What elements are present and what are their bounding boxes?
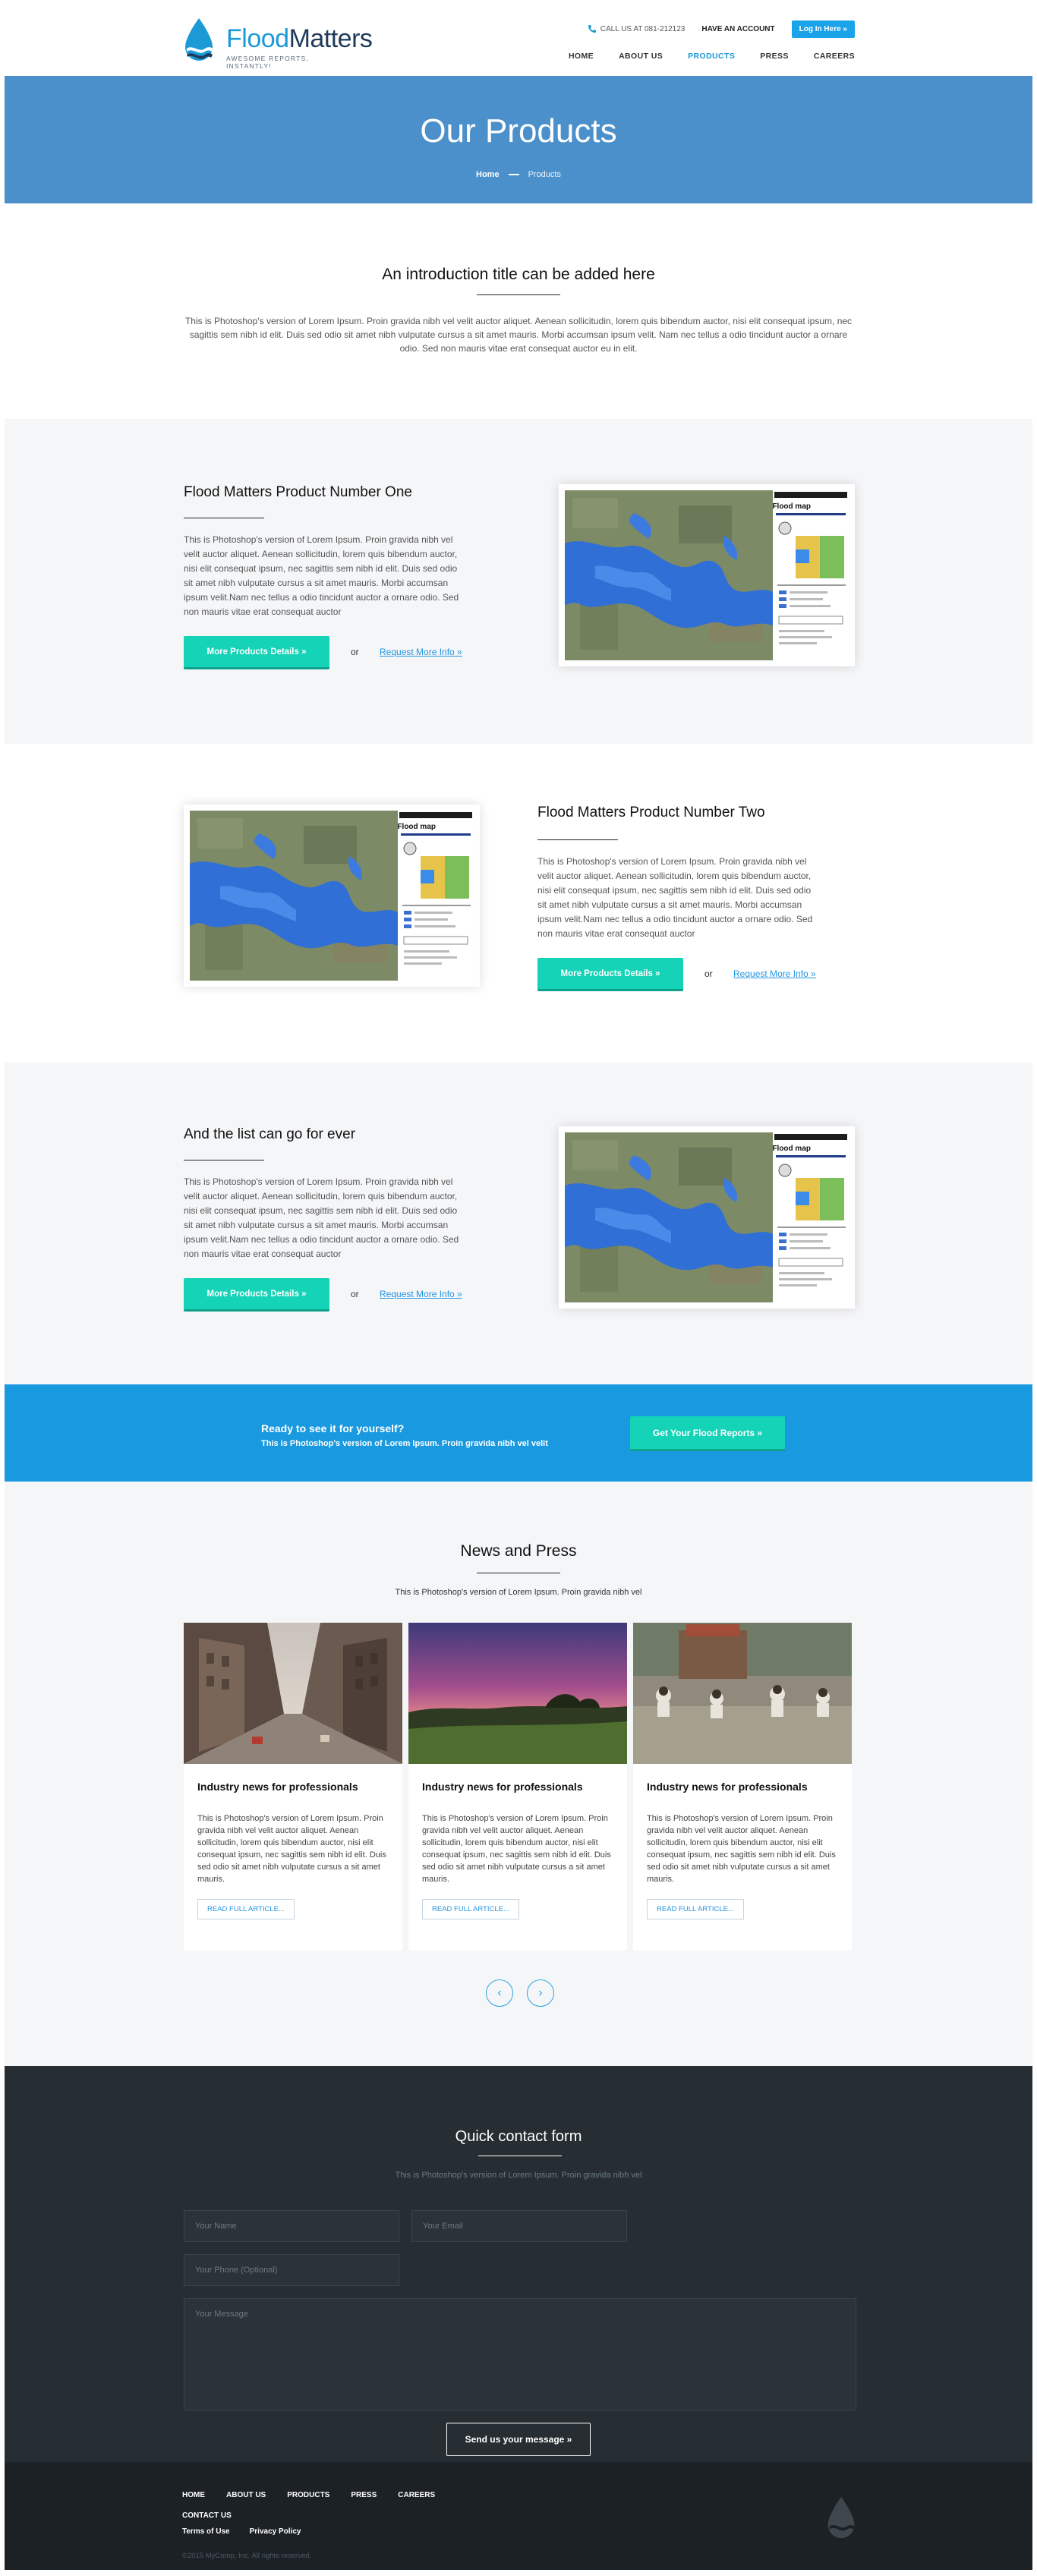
nav-about-us[interactable]: ABOUT US — [619, 52, 663, 61]
news-card-title: Industry news for professionals — [647, 1781, 808, 1793]
page-title: Our Products — [420, 112, 617, 150]
svg-text:Flood map: Flood map — [397, 823, 436, 831]
get-flood-reports-button[interactable]: Get Your Flood Reports » — [630, 1416, 785, 1451]
breadcrumb-current: Products — [528, 170, 561, 179]
product-section-2: Flood map Flood Matters Product Number T… — [5, 744, 1032, 1063]
main-nav: HOME ABOUT US PRODUCTS PRESS CAREERS — [569, 52, 855, 61]
news-card-title: Industry news for professionals — [422, 1781, 583, 1793]
email-field[interactable]: Your Email — [411, 2210, 627, 2242]
breadcrumb: Home Products — [5, 170, 1032, 179]
footer-link-careers[interactable]: CAREERS — [398, 2491, 435, 2499]
news-card: Industry news for professionals This is … — [184, 1623, 402, 1951]
terms-of-use-link[interactable]: Terms of Use — [182, 2527, 230, 2536]
copyright: ©2015 MyComp, Inc. All rights reserved. — [182, 2552, 312, 2560]
water-drop-footer-icon — [827, 2496, 855, 2539]
prev-arrow-button[interactable]: ‹ — [486, 1979, 513, 2007]
read-full-article-button[interactable]: READ FULL ARTICLE... — [647, 1899, 744, 1919]
flood-map-image: Flood map — [559, 484, 855, 666]
product-section-3: And the list can go for ever This is Pho… — [5, 1063, 1032, 1384]
or-text: or — [704, 968, 713, 979]
have-account-link[interactable]: HAVE AN ACCOUNT — [701, 25, 774, 33]
privacy-policy-link[interactable]: Privacy Policy — [250, 2527, 301, 2536]
product-title: Flood Matters Product Number Two — [537, 805, 765, 820]
more-product-details-button[interactable]: More Products Details » — [537, 958, 683, 991]
sunset-field-photo — [408, 1623, 627, 1764]
news-card-text: This is Photoshop's version of Lorem Ips… — [197, 1814, 386, 1884]
more-product-details-button[interactable]: More Products Details » — [184, 636, 329, 669]
news-subtitle: This is Photoshop's version of Lorem Ips… — [395, 1588, 642, 1597]
call-us-text: CALL US AT 081-212123 — [600, 24, 686, 33]
product-section-1: Flood Matters Product Number One This is… — [5, 419, 1032, 744]
intro-title: An introduction title can be added here — [382, 266, 655, 283]
nav-home[interactable]: HOME — [569, 52, 594, 61]
phone-field[interactable]: Your Phone (Optional) — [184, 2254, 399, 2286]
svg-text:Flood map: Flood map — [772, 1145, 811, 1153]
contact-subtitle: This is Photoshop's version of Lorem Ips… — [395, 2171, 642, 2180]
intro-text: This is Photoshop's version of Lorem Ips… — [184, 316, 853, 354]
news-card-text: This is Photoshop's version of Lorem Ips… — [647, 1814, 836, 1884]
footer-link-contact-us[interactable]: CONTACT US — [182, 2511, 232, 2520]
brand-name: FloodMatters — [226, 24, 373, 53]
logo[interactable]: FloodMatters AWESOME REPORTS, INSTANTLY! — [182, 17, 373, 70]
cta-title: Ready to see it for yourself? — [261, 1422, 405, 1434]
site-header: FloodMatters AWESOME REPORTS, INSTANTLY!… — [0, 0, 1037, 76]
call-us[interactable]: CALL US AT 081-212123 — [588, 24, 686, 33]
news-card: Industry news for professionals This is … — [633, 1623, 852, 1951]
footer-link-products[interactable]: PRODUCTS — [287, 2491, 329, 2499]
more-product-details-button[interactable]: More Products Details » — [184, 1278, 329, 1312]
flood-map-image: Flood map — [559, 1126, 855, 1308]
product-title: And the list can go for ever — [184, 1126, 356, 1142]
page-hero: Our Products Home Products — [5, 76, 1032, 203]
footer-nav-secondary: CONTACT US — [182, 2508, 232, 2521]
nav-press[interactable]: PRESS — [760, 52, 789, 61]
footer-link-press[interactable]: PRESS — [351, 2491, 377, 2499]
brand-tagline: AWESOME REPORTS, INSTANTLY! — [226, 55, 309, 70]
product-description: This is Photoshop's version of Lorem Ips… — [184, 1176, 459, 1259]
nav-products[interactable]: PRODUCTS — [688, 52, 735, 61]
or-text: or — [351, 1289, 359, 1299]
flood-people-photo — [633, 1623, 852, 1764]
request-more-info-link[interactable]: Request More Info » — [733, 968, 816, 979]
flood-map-image: Flood map — [184, 805, 480, 987]
send-message-button[interactable]: Send us your message » — [446, 2423, 591, 2456]
breadcrumb-home[interactable]: Home — [476, 170, 500, 179]
news-section: News and Press This is Photoshop's versi… — [5, 1482, 1032, 2066]
product-title: Flood Matters Product Number One — [184, 484, 412, 500]
phone-icon — [588, 25, 596, 33]
login-button[interactable]: Log In Here » — [791, 20, 855, 38]
footer-link-home[interactable]: HOME — [182, 2491, 205, 2499]
read-full-article-button[interactable]: READ FULL ARTICLE... — [422, 1899, 519, 1919]
name-field[interactable]: Your Name — [184, 2210, 399, 2242]
water-drop-logo-icon — [185, 18, 213, 61]
divider — [477, 294, 560, 295]
city-street-photo — [184, 1623, 402, 1764]
read-full-article-button[interactable]: READ FULL ARTICLE... — [197, 1899, 295, 1919]
request-more-info-link[interactable]: Request More Info » — [380, 647, 462, 657]
next-arrow-button[interactable]: › — [527, 1979, 554, 2007]
site-footer: HOME ABOUT US PRODUCTS PRESS CAREERS CON… — [5, 2462, 1032, 2570]
intro-section: An introduction title can be added here … — [0, 203, 1037, 419]
divider — [537, 839, 618, 840]
svg-text:Flood map: Flood map — [772, 502, 811, 511]
top-bar: CALL US AT 081-212123 HAVE AN ACCOUNT Lo… — [588, 20, 855, 38]
news-card-text: This is Photoshop's version of Lorem Ips… — [422, 1814, 611, 1884]
breadcrumb-separator — [508, 174, 519, 176]
news-title: News and Press — [460, 1542, 577, 1560]
footer-legal-links: Terms of Use Privacy Policy — [182, 2527, 301, 2536]
footer-link-about-us[interactable]: ABOUT US — [226, 2491, 266, 2499]
product-description: This is Photoshop's version of Lorem Ips… — [537, 856, 813, 939]
message-field[interactable]: Your Message — [184, 2298, 856, 2411]
cta-banner: Ready to see it for yourself? This is Ph… — [5, 1384, 1032, 1482]
or-text: or — [351, 647, 359, 657]
contact-section: Quick contact form This is Photoshop's v… — [5, 2066, 1032, 2462]
cta-text: This is Photoshop's version of Lorem Ips… — [261, 1439, 548, 1448]
product-description: This is Photoshop's version of Lorem Ips… — [184, 534, 459, 617]
news-card: Industry news for professionals This is … — [408, 1623, 627, 1951]
request-more-info-link[interactable]: Request More Info » — [380, 1289, 462, 1299]
news-card-title: Industry news for professionals — [197, 1781, 358, 1793]
footer-nav: HOME ABOUT US PRODUCTS PRESS CAREERS — [182, 2491, 435, 2499]
contact-title: Quick contact form — [455, 2128, 582, 2145]
nav-careers[interactable]: CAREERS — [814, 52, 855, 61]
